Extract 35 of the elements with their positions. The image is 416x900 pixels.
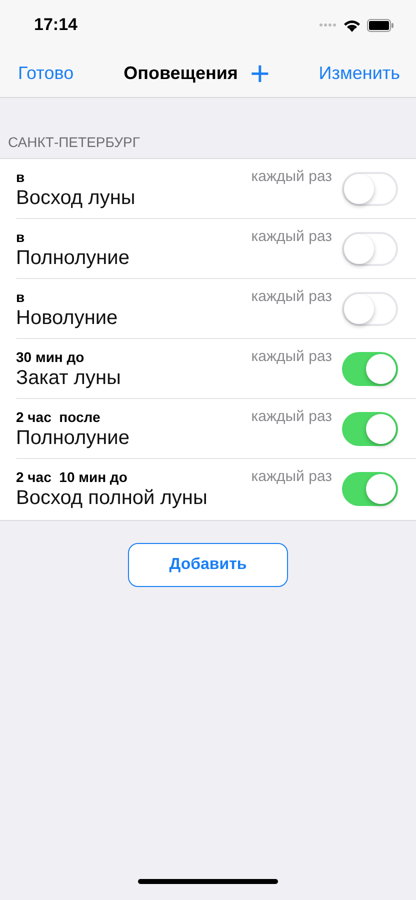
wifi-icon xyxy=(343,18,361,32)
repeat-label: каждый раз xyxy=(251,227,332,245)
alert-event: Восход луны xyxy=(16,187,136,210)
repeat-label: каждый раз xyxy=(251,287,332,305)
alert-offset: 2 час после xyxy=(16,409,100,425)
add-button[interactable]: Добавить xyxy=(128,543,288,587)
repeat-label: каждый раз xyxy=(251,167,332,185)
repeat-label: каждый раз xyxy=(251,347,332,365)
signal-icon xyxy=(319,23,337,27)
battery-icon xyxy=(367,18,394,32)
section-header: САНКТ-ПЕТЕРБУРГ xyxy=(7,134,141,152)
toggle-switch[interactable] xyxy=(342,172,398,206)
add-icon-button[interactable]: + xyxy=(250,56,270,90)
alert-event: Полнолуние xyxy=(16,247,130,270)
alert-offset: в xyxy=(16,169,25,185)
alert-event: Закат луны xyxy=(16,367,121,390)
alert-event: Новолуние xyxy=(16,307,118,330)
repeat-label: каждый раз xyxy=(251,407,332,425)
alert-offset: 30 мин до xyxy=(16,349,84,365)
alert-offset: в xyxy=(16,229,25,245)
alert-offset: 2 час 10 мин до xyxy=(16,469,128,485)
alert-offset: в xyxy=(16,289,25,305)
repeat-label: каждый раз xyxy=(251,467,332,485)
toggle-switch[interactable] xyxy=(342,412,398,446)
alert-event: Восход полной луны xyxy=(16,487,208,510)
toggle-switch[interactable] xyxy=(342,232,398,266)
done-button[interactable]: Готово xyxy=(18,63,74,84)
home-indicator[interactable] xyxy=(138,879,278,884)
toggle-switch[interactable] xyxy=(342,352,398,386)
nav-title: Оповещения xyxy=(124,63,238,84)
toggle-switch[interactable] xyxy=(342,292,398,326)
toggle-switch[interactable] xyxy=(342,472,398,506)
edit-button[interactable]: Изменить xyxy=(318,63,400,84)
status-time: 17:14 xyxy=(34,15,78,35)
alert-event: Полнолуние xyxy=(16,427,130,450)
